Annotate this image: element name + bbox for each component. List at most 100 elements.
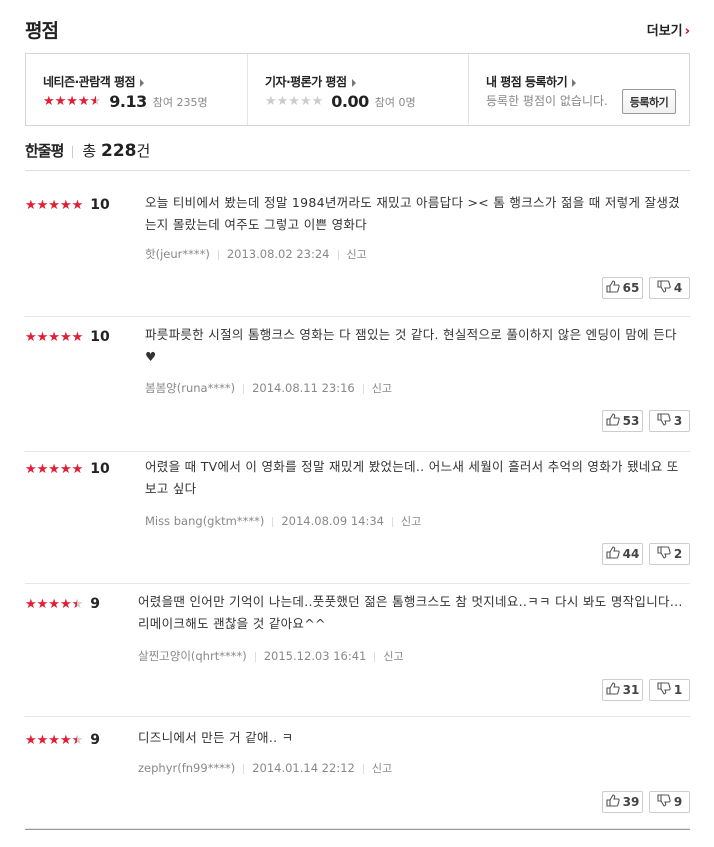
review-item: ★★★★★ ★★★★★ 9 어렸을땐 인어만 기억이 나는데..풋풋했던 젊은 톰행크… (25, 584, 690, 717)
review-text: 디즈니에서 만든 거 같애.. ㅋ (138, 730, 294, 745)
netizen-score: 9.13 (109, 92, 147, 111)
divider (337, 249, 339, 260)
my-rating-empty-text: 등록한 평점이 없습니다. (486, 94, 608, 108)
thumbs-up-icon (606, 682, 623, 698)
report-link[interactable]: 신고 (401, 515, 421, 528)
divider (362, 763, 364, 774)
star-rating: ★★★★★★★★★★ (25, 734, 83, 747)
star-filled-icons: ★★★★★ (43, 95, 97, 108)
my-rating: 내 평점 등록하기 등록한 평점이 없습니다. 등록하기 (468, 54, 689, 125)
like-count: 39 (622, 795, 640, 809)
critic-rating-label: 기자·평론가 평점 (265, 75, 347, 89)
star-rating: ★★★★★★★★★★ (25, 331, 83, 344)
star-filled-icons: ★★★★★ (25, 462, 84, 476)
thumbs-down-icon (657, 413, 674, 429)
netizen-rating-label: 네티즌·관람객 평점 (43, 75, 136, 89)
star-empty-icons: ★★★★★ (265, 94, 324, 109)
like-button[interactable]: 44 (602, 543, 643, 565)
divider (362, 383, 364, 394)
review-text: 오늘 티비에서 봤는데 정말 1984년꺼라도 재밌고 아름답다 >< 톰 행크… (145, 195, 680, 232)
count-suffix: 건 (136, 142, 151, 160)
like-count: 65 (622, 281, 640, 295)
star-rating: ★★★★★★★★★★ (265, 95, 323, 108)
critic-rating: 기자·평론가 평점 ★★★★★★★★★★ 0.00 참여 0명 (247, 54, 468, 125)
dislike-button[interactable]: 9 (649, 791, 690, 813)
review-date: 2014.08.09 14:34 (281, 514, 384, 528)
thumbs-up-icon (606, 413, 623, 429)
report-link[interactable]: 신고 (372, 382, 392, 395)
dislike-count: 9 (673, 795, 683, 809)
total-prefix: 총 (82, 142, 97, 160)
star-filled-icons: ★★★★★ (25, 330, 84, 344)
star-filled-icons: ★★★★★ (25, 597, 78, 611)
review-user[interactable]: Miss bang(gktm****) (145, 514, 264, 528)
star-rating: ★★★★★★★★★★ (43, 95, 101, 108)
thumbs-up-icon (606, 794, 623, 810)
dislike-button[interactable]: 2 (649, 543, 690, 565)
review-date: 2013.08.02 23:24 (226, 247, 330, 261)
report-link[interactable]: 신고 (347, 248, 367, 261)
dislike-button[interactable]: 1 (649, 679, 690, 701)
review-text: 파릇파릇한 시절의 톰행크스 영화는 다 잼있는 것 같다. 현실적으로 풀이하… (145, 327, 677, 364)
review-count: 228 (101, 141, 137, 161)
like-count: 53 (622, 414, 640, 428)
thumbs-down-icon (657, 794, 674, 810)
review-score: 10 (90, 461, 110, 477)
review-item: ★★★★★ ★★★★★ 10 어렸을 때 TV에서 이 영화를 정말 재밌게 봤었는데… (25, 452, 690, 584)
divider (217, 249, 219, 260)
review-item: ★★★★★ ★★★★★ 9 디즈니에서 만든 거 같애.. ㅋ zephyr(fn99*… (25, 717, 690, 829)
review-score: 9 (90, 596, 101, 612)
more-link[interactable]: 더보기 › (647, 20, 690, 39)
thumbs-down-icon (657, 280, 674, 296)
divider (72, 145, 74, 158)
divider (243, 763, 245, 774)
report-link[interactable]: 신고 (383, 650, 403, 663)
star-filled-icons: ★★★★★ (25, 198, 84, 212)
review-item: ★★★★★ ★★★★★ 10 파릇파릇한 시절의 톰행크스 영화는 다 잼있는 것 같… (25, 317, 690, 452)
oneline-label: 한줄평 (25, 142, 64, 160)
review-text: 어렸을땐 인어만 기억이 나는데..풋풋했던 젊은 톰행크스도 참 멋지네요..… (138, 594, 683, 631)
review-user[interactable]: zephyr(fn99****) (138, 761, 235, 775)
thumbs-down-icon (657, 682, 674, 698)
dislike-count: 4 (673, 281, 683, 295)
critic-rating-link[interactable]: 기자·평론가 평점 (265, 73, 356, 90)
review-score: 10 (90, 197, 110, 213)
dislike-button[interactable]: 4 (649, 277, 690, 299)
like-button[interactable]: 65 (602, 277, 643, 299)
review-user[interactable]: 봄봄양(runa****) (145, 381, 235, 395)
netizen-participants: 참여 235명 (152, 95, 208, 109)
section-title: 평점 (25, 20, 59, 42)
netizen-rating-link[interactable]: 네티즌·관람객 평점 (43, 73, 145, 90)
star-rating: ★★★★★★★★★★ (25, 199, 83, 212)
report-link[interactable]: 신고 (372, 762, 392, 775)
review-user[interactable]: 살찐고양이(qhrt****) (138, 649, 247, 663)
divider (374, 651, 376, 662)
divider (254, 651, 256, 662)
review-date: 2015.12.03 16:41 (263, 649, 367, 663)
more-label: 더보기 (646, 24, 683, 39)
my-rating-link[interactable]: 내 평점 등록하기 (486, 73, 577, 90)
divider (392, 516, 393, 527)
dislike-count: 2 (673, 547, 683, 561)
dislike-button[interactable]: 3 (649, 410, 690, 432)
netizen-rating: 네티즌·관람객 평점 ★★★★★ ★★★★★ 9.13 참여 235명 (26, 54, 247, 125)
divider (272, 516, 274, 527)
divider (243, 383, 245, 394)
like-count: 31 (622, 683, 640, 697)
triangle-right-icon (351, 78, 356, 87)
triangle-right-icon (572, 78, 577, 87)
review-user[interactable]: 핫(jeur****) (145, 247, 210, 261)
like-button[interactable]: 53 (602, 410, 643, 432)
triangle-right-icon (140, 78, 145, 87)
review-text: 어렸을 때 TV에서 이 영화를 정말 재밌게 봤었는데.. 어느새 세월이 흘… (145, 459, 679, 496)
register-rating-button[interactable]: 등록하기 (622, 89, 676, 114)
review-item: ★★★★★ ★★★★★ 10 오늘 티비에서 봤는데 정말 1984년꺼라도 재밌고 … (25, 182, 690, 317)
thumbs-up-icon (606, 280, 623, 296)
thumbs-up-icon (606, 546, 623, 562)
oneline-review-header: 한줄평 총 228건 (25, 140, 690, 171)
review-score: 10 (90, 329, 110, 345)
like-button[interactable]: 31 (602, 679, 643, 701)
review-date: 2014.08.11 23:16 (252, 381, 355, 395)
review-score: 9 (90, 732, 101, 748)
like-button[interactable]: 39 (602, 791, 643, 813)
